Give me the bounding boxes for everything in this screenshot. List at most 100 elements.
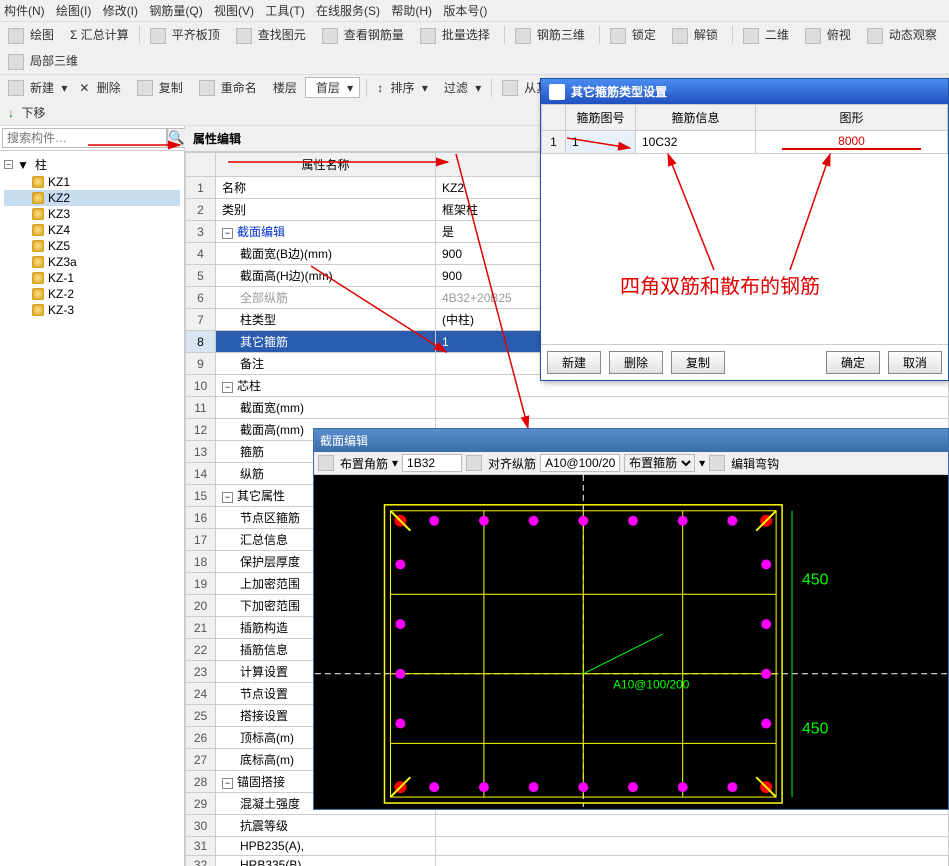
tree-root-label: 柱 — [35, 156, 47, 173]
cell-info[interactable]: 10C32 — [636, 131, 756, 154]
search-go-button[interactable]: 🔍 — [167, 128, 186, 148]
align-button[interactable]: 对齐纵筋 — [488, 455, 536, 472]
row-number: 12 — [186, 419, 216, 441]
filter-button[interactable]: 过滤 ▾ — [436, 77, 485, 98]
tree-root[interactable]: − ▼ 柱 — [4, 155, 180, 174]
menu-item[interactable]: 修改(I) — [103, 4, 138, 18]
row-number: 2 — [186, 199, 216, 221]
section-canvas[interactable]: 450 450 A10@100/200 — [314, 475, 948, 807]
import-icon — [502, 80, 518, 96]
lock-button[interactable]: 锁定 — [606, 24, 664, 46]
row-number: 8 — [186, 331, 216, 353]
property-row[interactable]: 11截面宽(mm) — [186, 397, 949, 419]
corner-bar-input[interactable] — [402, 454, 462, 472]
delete-button[interactable]: 删除 — [609, 351, 663, 374]
menu-item[interactable]: 在线服务(S) — [316, 4, 380, 18]
tree-item[interactable]: KZ5 — [4, 238, 180, 254]
rename-button[interactable]: 重命名 — [195, 77, 265, 99]
row-number: 24 — [186, 683, 216, 705]
section-editor-title: 截面编辑 — [314, 429, 948, 452]
copy-button[interactable]: 复制 — [133, 77, 191, 99]
menu-item[interactable]: 视图(V) — [214, 4, 254, 18]
property-row[interactable]: 31HPB235(A), — [186, 837, 949, 856]
hoop-select[interactable]: 布置箍筋 — [624, 454, 695, 472]
find-button[interactable]: 查找图元 — [232, 24, 314, 46]
hoop-table: 箍筋图号 箍筋信息 图形 1 1 10C32 8000 — [541, 104, 948, 154]
toolbar-1: 绘图 Σ 汇总计算 平齐板顶 查找图元 查看钢筋量 批量选择 钢筋三维 锁定 解… — [0, 22, 949, 75]
dialog-icon — [549, 84, 565, 100]
col-shape: 图形 — [756, 105, 948, 131]
tree-item-label: KZ3 — [48, 207, 70, 221]
tree-item[interactable]: KZ1 — [4, 174, 180, 190]
property-row[interactable]: 30抗震等级 — [186, 815, 949, 837]
dialog-title-bar[interactable]: 其它箍筋类型设置 — [541, 79, 948, 104]
delete-button[interactable]: ✕ 删除 — [75, 77, 128, 98]
viewqty-button[interactable]: 查看钢筋量 — [318, 24, 412, 46]
search-input[interactable] — [2, 128, 167, 148]
row-number: 18 — [186, 551, 216, 573]
bar3d-button[interactable]: 钢筋三维 — [511, 24, 593, 46]
tree-item[interactable]: KZ4 — [4, 222, 180, 238]
row-number: 22 — [186, 639, 216, 661]
prop-name: 类别 — [216, 199, 436, 221]
component-tree[interactable]: − ▼ 柱 KZ1KZ2KZ3KZ4KZ5KZ3aKZ-1KZ-2KZ-3 — [0, 151, 184, 866]
local3d-button[interactable]: 局部三维 — [4, 50, 86, 72]
collapse-icon[interactable]: − — [4, 160, 13, 169]
dynamic-button[interactable]: 动态观察 — [863, 24, 945, 46]
prop-value[interactable] — [436, 837, 949, 856]
sum-button[interactable]: Σ 汇总计算 — [66, 24, 133, 45]
unlock-button[interactable]: 解锁 — [668, 24, 726, 46]
tree-item[interactable]: KZ3 — [4, 206, 180, 222]
orbit-icon — [867, 28, 883, 44]
menu-item[interactable]: 绘图(I) — [56, 4, 91, 18]
property-row[interactable]: 32HRB335(B), — [186, 856, 949, 866]
menu-item[interactable]: 钢筋量(Q) — [149, 4, 202, 18]
table-row[interactable]: 1 1 10C32 8000 — [542, 131, 948, 154]
tree-item[interactable]: KZ2 — [4, 190, 180, 206]
row-number: 16 — [186, 507, 216, 529]
cancel-button[interactable]: 取消 — [888, 351, 942, 374]
menu-item[interactable]: 工具(T) — [265, 4, 304, 18]
tree-item[interactable]: KZ-3 — [4, 302, 180, 318]
property-title: 属性编辑 — [193, 132, 241, 146]
flat-button[interactable]: 平齐板顶 — [146, 24, 228, 46]
copy-button[interactable]: 复制 — [671, 351, 725, 374]
align-input[interactable] — [540, 454, 620, 472]
new-button[interactable]: 新建 ▾ — [4, 77, 71, 99]
corner-bar-button[interactable]: 布置角筋 — [340, 455, 388, 472]
tree-item[interactable]: KZ-2 — [4, 286, 180, 302]
col-rn — [542, 105, 566, 131]
prop-name: −芯柱 — [216, 375, 436, 397]
2d-button[interactable]: 二维 — [739, 24, 797, 46]
down-button[interactable]: ↓ 下移 — [4, 102, 53, 123]
hook-icon — [709, 455, 725, 471]
col-rownum — [186, 153, 216, 177]
ok-button[interactable]: 确定 — [826, 351, 880, 374]
menu-item[interactable]: 帮助(H) — [391, 4, 432, 18]
batch-button[interactable]: 批量选择 — [416, 24, 498, 46]
row-number: 7 — [186, 309, 216, 331]
prop-value[interactable] — [436, 815, 949, 837]
cell-shape[interactable]: 8000 — [756, 131, 948, 154]
look-button[interactable]: 俯视 — [801, 24, 859, 46]
prop-name: 截面宽(B边)(mm) — [216, 243, 436, 265]
cell-diagram[interactable]: 1 — [566, 131, 636, 154]
new-button[interactable]: 新建 — [547, 351, 601, 374]
menu-item[interactable]: 版本号() — [443, 4, 487, 18]
tree-item[interactable]: KZ-1 — [4, 270, 180, 286]
tree-item[interactable]: KZ3a — [4, 254, 180, 270]
prop-name: 截面高(H边)(mm) — [216, 265, 436, 287]
prop-name: 全部纵筋 — [216, 287, 436, 309]
svg-text:450: 450 — [802, 571, 829, 588]
sort-button[interactable]: ↕ 排序 ▾ — [373, 77, 432, 98]
unlock-icon — [672, 28, 688, 44]
edit-hook-button[interactable]: 编辑弯钩 — [731, 455, 779, 472]
row-number: 27 — [186, 749, 216, 771]
floor-select[interactable]: 首层 ▾ — [305, 77, 360, 98]
draw-button[interactable]: 绘图 — [4, 24, 62, 46]
prop-value[interactable] — [436, 397, 949, 419]
node-icon — [32, 272, 44, 284]
prop-value[interactable] — [436, 856, 949, 866]
menu-item[interactable]: 构件(N) — [4, 4, 45, 18]
copy-icon — [137, 80, 153, 96]
